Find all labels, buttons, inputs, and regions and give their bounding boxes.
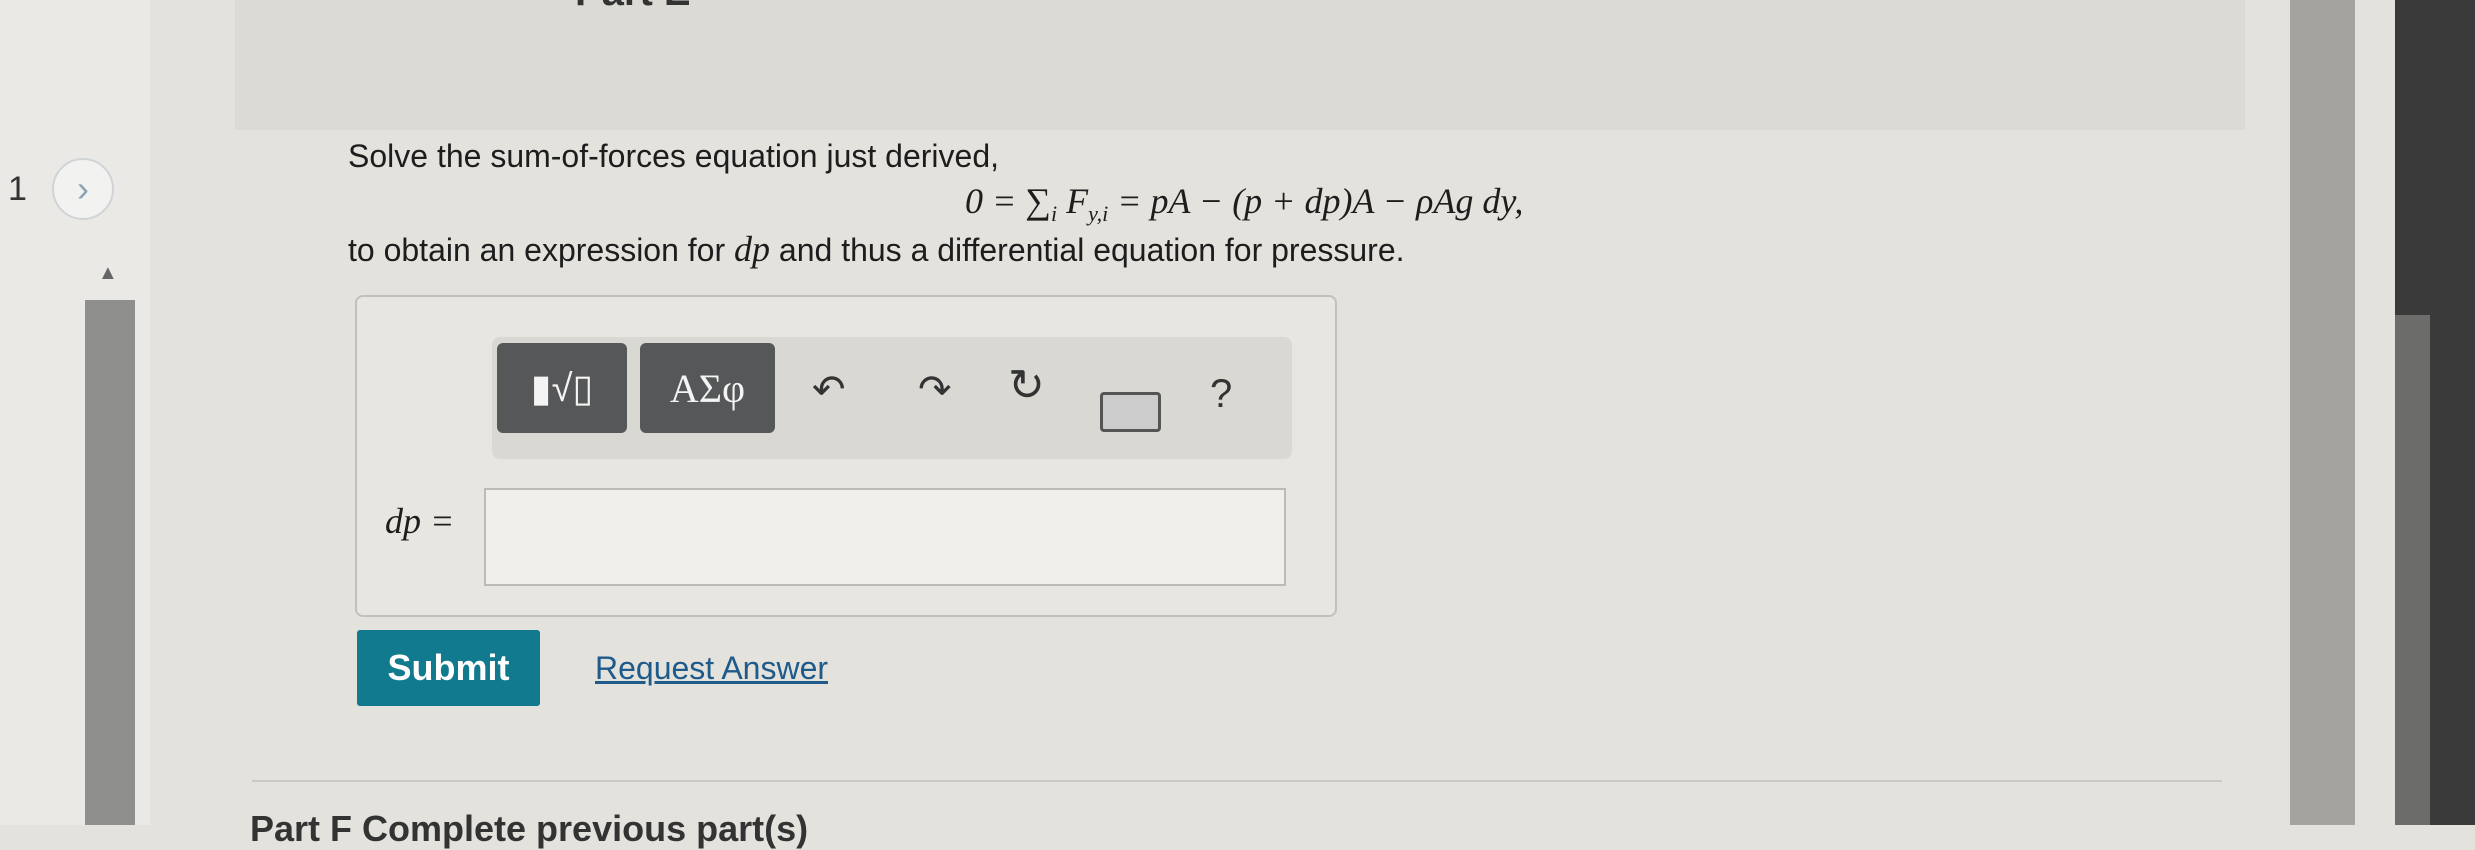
request-answer-link[interactable]: Request Answer — [595, 650, 828, 687]
templates-button[interactable]: ▮√▯ — [497, 343, 627, 433]
undo-icon[interactable]: ↶ — [812, 370, 846, 410]
section-divider — [252, 780, 2222, 782]
next-part-title: Part F Complete previous part(s) — [250, 808, 809, 849]
answer-input[interactable] — [484, 488, 1286, 586]
greek-symbols-button[interactable]: ΑΣφ — [640, 343, 775, 433]
part-title: Part E — [575, 0, 691, 15]
right-panel — [2290, 0, 2355, 825]
templates-icon: ▮√▯ — [530, 367, 594, 410]
keyboard-icon[interactable] — [1100, 392, 1161, 432]
right-scrollbar-thumb[interactable] — [2395, 315, 2430, 825]
question-line-2-prefix: to obtain an expression for — [348, 232, 735, 268]
sum-of-forces-equation: 0 = ∑i Fy,i = pA − (p + dp)A − ρAg dy, — [965, 181, 1524, 227]
chevron-right-icon: › — [77, 168, 89, 209]
left-scrollbar[interactable] — [85, 300, 135, 825]
submit-button[interactable]: Submit — [357, 630, 540, 706]
part-header: Part E — [235, 0, 2245, 130]
question-line-2: to obtain an expression for dp and thus … — [348, 228, 1405, 270]
help-button[interactable]: ? — [1210, 374, 1232, 414]
scroll-up-icon[interactable]: ▲ — [98, 262, 118, 285]
step-next-button[interactable]: › — [52, 158, 114, 220]
question-variable: dp — [734, 229, 771, 269]
reset-icon[interactable]: ↻ — [1008, 364, 1045, 408]
greek-symbols-label: ΑΣφ — [669, 365, 746, 411]
question-line-2-suffix: and thus a differential equation for pre… — [770, 232, 1405, 268]
answer-label: dp = — [385, 501, 455, 541]
step-number: 1 — [8, 170, 27, 208]
redo-icon[interactable]: ↷ — [918, 370, 952, 410]
question-line-1: Solve the sum-of-forces equation just de… — [348, 138, 999, 174]
